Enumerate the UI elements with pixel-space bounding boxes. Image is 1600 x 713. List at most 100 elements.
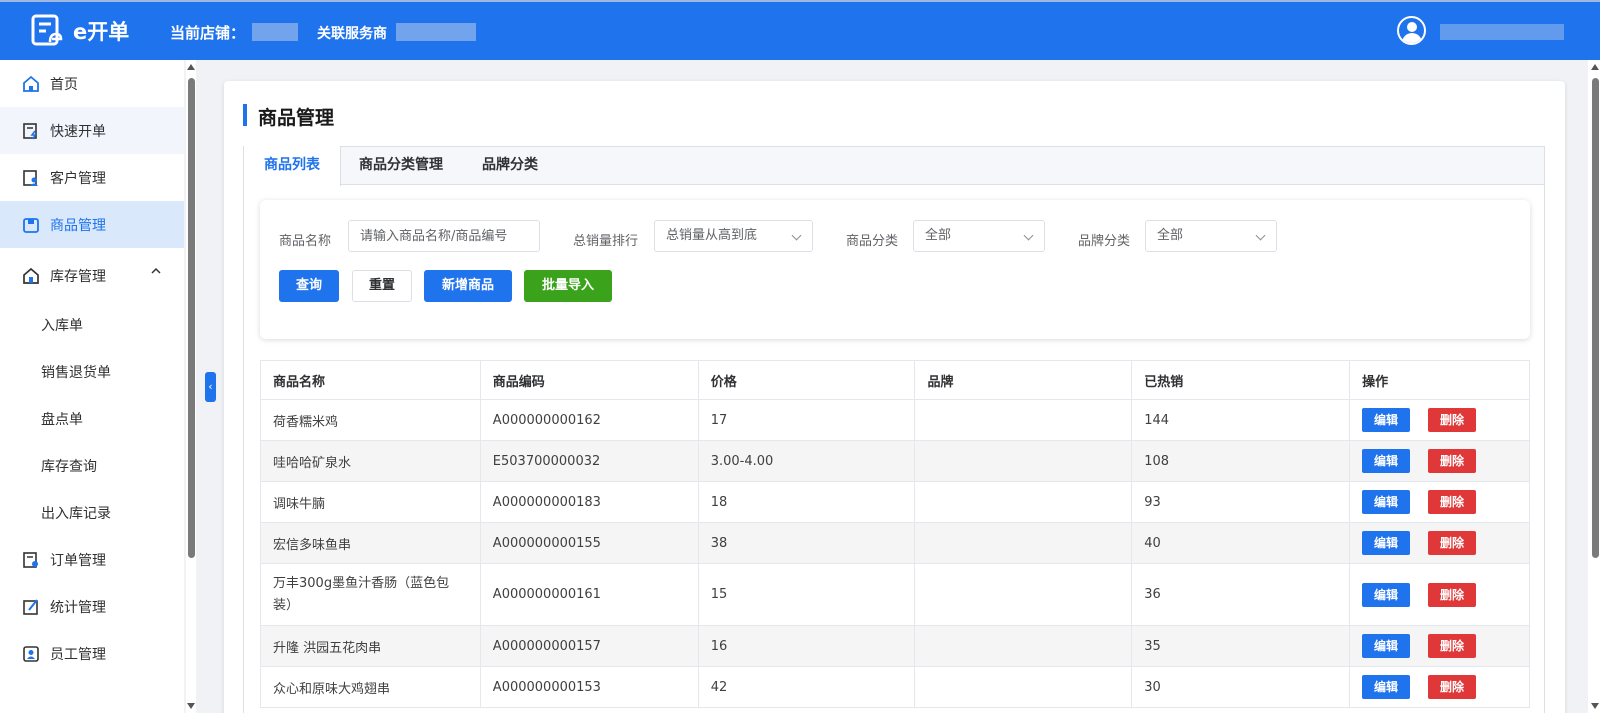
sidebar-item-quick-bill[interactable]: 快速开单 [0,107,184,154]
cell-price: 16 [697,625,916,667]
home-icon [23,75,39,92]
sidebar-item-stock-records[interactable]: 出入库记录 [0,489,184,536]
sidebar-item-stock-in[interactable]: 入库单 [0,301,184,348]
sidebar-item-staff[interactable]: 员工管理 [0,630,184,677]
goods-table: 商品名称 商品编码 价格 品牌 已热销 操作 荷香糯米鸡 A0000000001… [260,360,1530,708]
delete-button[interactable]: 删除 [1428,490,1477,514]
sidebar-item-sales-return[interactable]: 销售退货单 [0,348,184,395]
edit-button[interactable]: 编辑 [1362,531,1411,555]
sidebar-item-warehouse[interactable]: 库存管理 [0,250,184,301]
order-icon [23,551,38,568]
sidebar-collapse-button[interactable]: ‹ [205,372,216,402]
table-row: 升隆 洪园五花肉串 A000000000157 16 35 编辑 删除 [260,625,1530,667]
table-row: 众心和原味大鸡翅串 A000000000153 42 30 编辑 删除 [260,666,1530,708]
sidebar-item-label: 商品管理 [50,217,106,234]
delete-button[interactable]: 删除 [1428,634,1477,658]
title-accent-bar [243,104,247,126]
goods-name-input[interactable] [348,220,540,252]
category-label: 商品分类 [846,234,899,249]
edit-button[interactable]: 编辑 [1362,449,1411,473]
sidebar-item-label: 销售退货单 [41,364,111,381]
sidebar-item-label: 库存查询 [41,458,97,475]
sidebar-item-home[interactable]: 首页 [0,60,184,107]
cell-name: 升隆 洪园五花肉串 [260,625,481,667]
chevron-left-icon: ‹ [208,380,213,393]
cell-price: 3.00-4.00 [697,440,916,482]
sales-rank-label: 总销量排行 [573,234,639,249]
cell-brand [914,666,1133,708]
edit-button[interactable]: 编辑 [1362,634,1411,658]
tab-brand-category[interactable]: 品牌分类 [462,146,558,186]
edit-button[interactable]: 编辑 [1362,490,1411,514]
cell-name: 宏信多味鱼串 [260,522,481,564]
sidebar-item-label: 客户管理 [50,170,106,187]
delete-button[interactable]: 删除 [1428,531,1477,555]
cell-code: A000000000155 [479,522,699,564]
sidebar-item-label: 统计管理 [50,599,106,616]
batch-import-button[interactable]: 批量导入 [524,270,612,302]
sidebar-item-orders[interactable]: 订单管理 [0,536,184,583]
tab-goods-category[interactable]: 商品分类管理 [339,146,463,186]
provider-label: 关联服务商 [317,26,387,42]
cell-brand [914,481,1133,523]
sidebar-item-label: 入库单 [41,317,83,334]
sidebar-item-stats[interactable]: 统计管理 [0,583,184,630]
table-row: 哇哈哈矿泉水 E503700000032 3.00-4.00 108 编辑 删除 [260,440,1530,482]
page-scrollbar-thumb[interactable] [1592,78,1599,558]
goods-icon [23,217,39,233]
category-select[interactable]: 全部 [913,220,1045,252]
add-goods-button[interactable]: 新增商品 [424,270,512,302]
sidebar-item-goods[interactable]: 商品管理 [0,201,184,248]
top-header: e开单 当前店铺： 关联服务商 [0,0,1600,60]
sales-rank-select[interactable]: 总销量从高到底 [654,220,813,252]
cell-code: A000000000183 [479,481,699,523]
col-header-name: 商品名称 [260,360,481,400]
edit-button[interactable]: 编辑 [1362,675,1411,699]
edit-button[interactable]: 编辑 [1362,582,1411,607]
tab-goods-list[interactable]: 商品列表 [243,146,341,186]
sidebar-item-stock-query[interactable]: 库存查询 [0,442,184,489]
cell-name: 荷香糯米鸡 [260,399,481,441]
page-scroll-down-arrow-icon[interactable] [1591,703,1599,709]
cell-brand [914,522,1133,564]
stats-icon [23,598,38,615]
sidebar-item-label: 首页 [50,76,78,93]
reset-button[interactable]: 重置 [352,270,412,302]
sidebar-item-label: 库存管理 [50,268,106,285]
cell-name: 哇哈哈矿泉水 [260,440,481,482]
table-row: 宏信多味鱼串 A000000000155 38 40 编辑 删除 [260,522,1530,564]
delete-button[interactable]: 删除 [1428,408,1477,432]
sidebar-scrollbar-thumb[interactable] [188,78,195,558]
cell-code: E503700000032 [479,440,699,482]
user-name-redacted[interactable] [1440,24,1564,40]
brand-value: 全部 [1157,228,1184,243]
query-button[interactable]: 查询 [279,270,339,302]
cell-code: A000000000162 [479,399,699,441]
edit-button[interactable]: 编辑 [1362,408,1411,432]
cell-code: A000000000161 [479,563,699,626]
chevron-down-icon [791,230,802,241]
cell-actions: 编辑 删除 [1349,399,1530,441]
brand-select[interactable]: 全部 [1145,220,1277,252]
sidebar-scroll-down-arrow-icon[interactable] [187,703,195,709]
sidebar-item-label: 盘点单 [41,411,83,428]
category-value: 全部 [925,228,952,243]
user-avatar-icon[interactable] [1397,16,1426,45]
delete-button[interactable]: 删除 [1428,675,1477,699]
staff-icon [23,645,39,662]
delete-button[interactable]: 删除 [1428,582,1477,607]
cell-sold: 40 [1131,522,1351,564]
sidebar-item-inventory-count[interactable]: 盘点单 [0,395,184,442]
cell-brand [914,563,1133,626]
table-row: 荷香糯米鸡 A000000000162 17 144 编辑 删除 [260,399,1530,441]
col-header-actions: 操作 [1349,360,1530,400]
delete-button[interactable]: 删除 [1428,449,1477,473]
cell-brand [914,399,1133,441]
sidebar-item-customer[interactable]: 客户管理 [0,154,184,201]
app-name: e开单 [73,20,130,44]
page-scroll-up-arrow-icon[interactable] [1591,64,1599,70]
cell-brand [914,440,1133,482]
cell-code: A000000000153 [479,666,699,708]
sidebar-scroll-up-arrow-icon[interactable] [187,64,195,70]
table-header-row: 商品名称 商品编码 价格 品牌 已热销 操作 [260,360,1530,400]
